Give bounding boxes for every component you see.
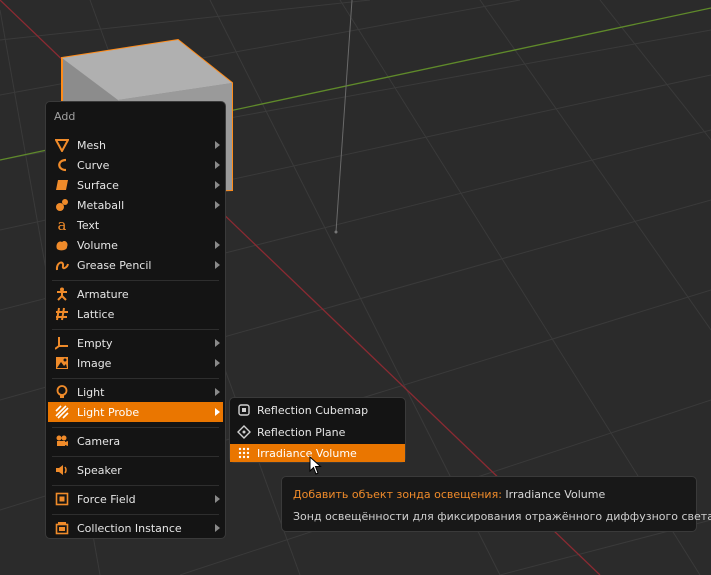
force-field-icon xyxy=(54,491,70,507)
image-icon xyxy=(54,355,70,371)
light-probe-icon xyxy=(54,404,70,420)
reflection-cubemap-icon xyxy=(236,402,252,418)
light-probe-submenu: Reflection Cubemap Reflection Plane Irra… xyxy=(229,397,406,463)
menu-separator xyxy=(52,427,219,428)
menu-item-volume[interactable]: Volume xyxy=(48,235,223,255)
menu-item-speaker[interactable]: Speaker xyxy=(48,460,223,480)
menu-item-empty[interactable]: Empty xyxy=(48,333,223,353)
irradiance-volume-icon xyxy=(236,445,252,461)
camera-icon xyxy=(54,433,70,449)
menu-item-curve[interactable]: Curve xyxy=(48,155,223,175)
tooltip-title-value: Irradiance Volume xyxy=(505,488,606,501)
reflection-plane-icon xyxy=(236,424,252,440)
menu-item-image[interactable]: Image xyxy=(48,353,223,373)
curve-icon xyxy=(54,157,70,173)
menu-item-text[interactable]: a Text xyxy=(48,215,223,235)
mouse-cursor-icon xyxy=(309,456,322,475)
tooltip-title: Добавить объект зонда освещения: Irradia… xyxy=(293,488,605,501)
menu-separator xyxy=(52,514,219,515)
mesh-icon xyxy=(54,137,70,153)
chevron-right-icon xyxy=(215,181,220,189)
empty-icon xyxy=(54,335,70,351)
menu-item-surface[interactable]: Surface xyxy=(48,175,223,195)
collection-instance-icon xyxy=(54,520,70,536)
light-icon xyxy=(54,384,70,400)
menu-item-light-probe[interactable]: Light Probe xyxy=(48,402,223,422)
menu-item-lattice[interactable]: Lattice xyxy=(48,304,223,324)
menu-item-grease-pencil[interactable]: Grease Pencil xyxy=(48,255,223,275)
chevron-right-icon xyxy=(215,388,220,396)
chevron-right-icon xyxy=(215,201,220,209)
menu-item-light[interactable]: Light xyxy=(48,382,223,402)
menu-separator xyxy=(52,280,219,281)
chevron-right-icon xyxy=(215,524,220,532)
chevron-right-icon xyxy=(215,339,220,347)
menu-separator xyxy=(52,378,219,379)
text-icon: a xyxy=(57,216,67,234)
menu-separator xyxy=(52,485,219,486)
surface-icon xyxy=(54,177,70,193)
menu-item-camera[interactable]: Camera xyxy=(48,431,223,451)
menu-item-force-field[interactable]: Force Field xyxy=(48,489,223,509)
volume-icon xyxy=(54,237,70,253)
chevron-right-icon xyxy=(215,241,220,249)
grease-pencil-icon xyxy=(54,257,70,273)
metaball-icon xyxy=(54,197,70,213)
menu-item-armature[interactable]: Armature xyxy=(48,284,223,304)
tooltip-description: Зонд освещённости для фиксирования отраж… xyxy=(293,510,711,523)
chevron-right-icon xyxy=(215,261,220,269)
menu-item-mesh[interactable]: Mesh xyxy=(48,135,223,155)
chevron-right-icon xyxy=(215,495,220,503)
menu-separator xyxy=(52,329,219,330)
submenu-item-reflection-plane[interactable]: Reflection Plane xyxy=(230,422,405,442)
lattice-icon xyxy=(54,306,70,322)
menu-item-collection-instance[interactable]: Collection Instance xyxy=(48,518,223,538)
menu-title: Add xyxy=(54,110,76,123)
tooltip-title-label: Добавить объект зонда освещения: xyxy=(293,488,502,501)
speaker-icon xyxy=(54,462,70,478)
tooltip: Добавить объект зонда освещения: Irradia… xyxy=(281,476,711,532)
armature-icon xyxy=(54,286,70,302)
add-menu: Add Mesh Curve Surface Metaball a Text V… xyxy=(45,101,226,539)
menu-separator xyxy=(52,456,219,457)
chevron-right-icon xyxy=(215,408,220,416)
submenu-item-reflection-cubemap[interactable]: Reflection Cubemap xyxy=(230,400,405,420)
chevron-right-icon xyxy=(215,141,220,149)
menu-item-metaball[interactable]: Metaball xyxy=(48,195,223,215)
chevron-right-icon xyxy=(215,161,220,169)
chevron-right-icon xyxy=(215,359,220,367)
